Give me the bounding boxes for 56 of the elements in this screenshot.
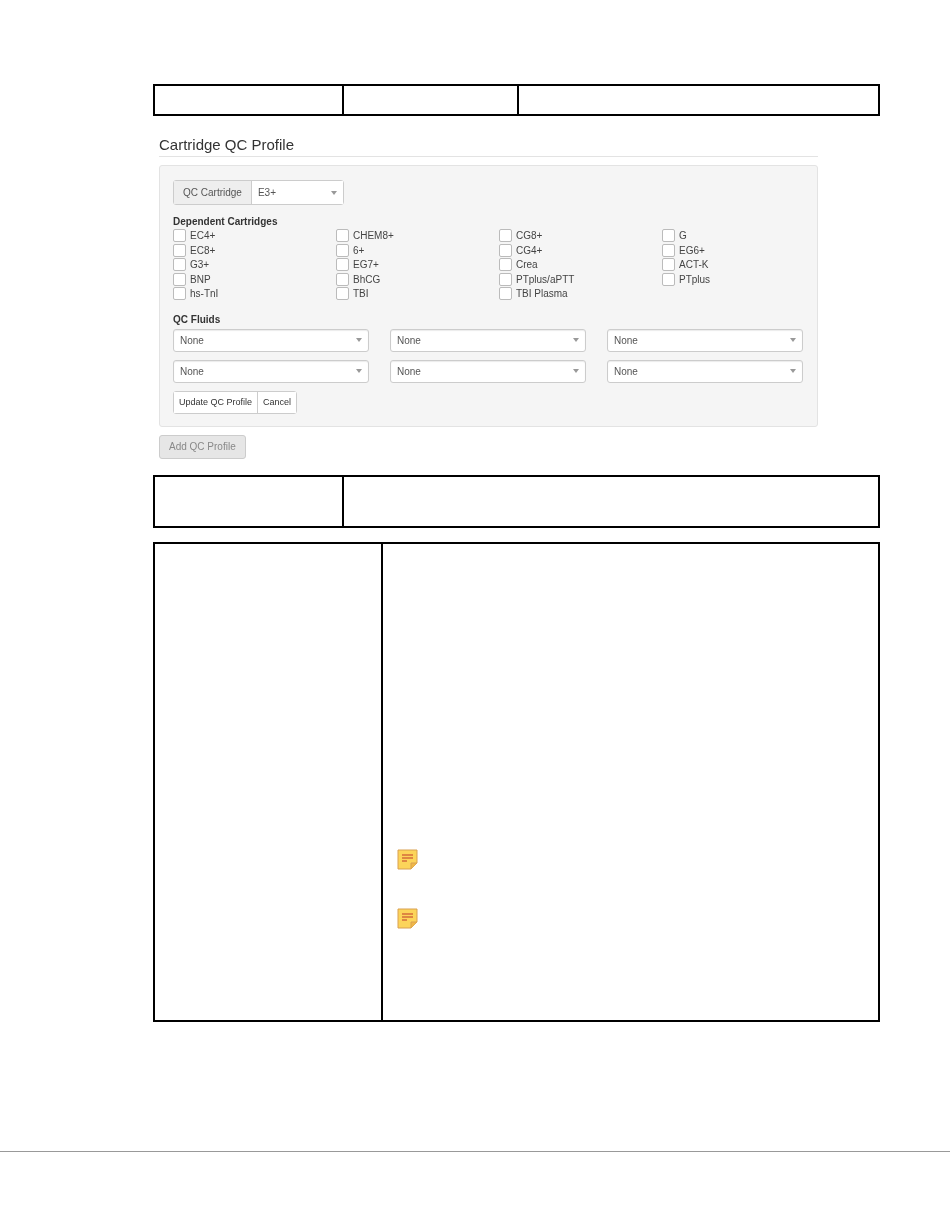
caret-icon bbox=[790, 369, 796, 373]
checkbox-label: PTplus bbox=[679, 273, 711, 285]
checkbox-label: EC8+ bbox=[190, 244, 216, 256]
checkbox-label: CG8+ bbox=[516, 230, 543, 242]
checkbox[interactable] bbox=[336, 229, 349, 243]
checkbox[interactable] bbox=[662, 229, 675, 243]
caret-icon bbox=[790, 338, 796, 342]
checkbox-label: hs-TnI bbox=[190, 288, 219, 300]
checkbox[interactable] bbox=[173, 258, 186, 272]
fluid-select[interactable]: None bbox=[173, 328, 369, 352]
checkbox[interactable] bbox=[499, 243, 512, 257]
checkbox[interactable] bbox=[336, 272, 349, 286]
checkbox-label: TBI bbox=[353, 288, 369, 300]
checkbox[interactable] bbox=[662, 243, 675, 257]
checkbox[interactable] bbox=[662, 272, 675, 286]
checkbox-label: EC4+ bbox=[190, 230, 216, 242]
caret-icon bbox=[573, 369, 579, 373]
form-button[interactable]: Cancel bbox=[257, 391, 297, 413]
caret-icon bbox=[573, 338, 579, 342]
fluid-select[interactable]: None bbox=[390, 328, 586, 352]
checkbox[interactable] bbox=[499, 258, 512, 272]
checkbox[interactable] bbox=[173, 243, 186, 257]
fluid-select[interactable]: None bbox=[607, 328, 803, 352]
checkbox-label: G3+ bbox=[190, 259, 210, 271]
checkbox-label: EG7+ bbox=[353, 259, 379, 271]
checkbox-label: ACT-K bbox=[679, 259, 709, 271]
fluid-select[interactable]: None bbox=[607, 359, 803, 383]
checkbox-label: 6+ bbox=[353, 244, 365, 256]
checkbox-label: CHEM8+ bbox=[353, 230, 394, 242]
checkbox-label: G bbox=[679, 230, 687, 242]
checkbox[interactable] bbox=[336, 258, 349, 272]
checkbox-label: CG4+ bbox=[516, 244, 543, 256]
checkbox[interactable] bbox=[173, 287, 186, 301]
checkbox-label: EG6+ bbox=[679, 244, 705, 256]
checkbox[interactable] bbox=[173, 272, 186, 286]
group-title: Dependent Cartridges bbox=[173, 216, 279, 227]
checkbox[interactable] bbox=[173, 229, 186, 243]
checkbox[interactable] bbox=[336, 287, 349, 301]
checkbox-label: Crea bbox=[516, 259, 538, 271]
fluid-select[interactable]: None bbox=[173, 359, 369, 383]
group-title: QC Fluids bbox=[173, 313, 222, 325]
caret-icon bbox=[356, 338, 362, 342]
section-heading: Cartridge QC Profile bbox=[159, 136, 818, 157]
caret-icon bbox=[356, 369, 362, 373]
note-icon bbox=[397, 907, 418, 929]
note-icon bbox=[397, 848, 418, 870]
checkbox[interactable] bbox=[336, 243, 349, 257]
fluid-select[interactable]: None bbox=[390, 359, 586, 383]
checkbox[interactable] bbox=[499, 229, 512, 243]
checkbox-label: BhCG bbox=[353, 273, 381, 285]
checkbox[interactable] bbox=[662, 258, 675, 272]
checkbox[interactable] bbox=[499, 287, 512, 301]
checkbox[interactable] bbox=[499, 272, 512, 286]
checkbox-label: PTplus/aPTT bbox=[516, 273, 575, 285]
checkbox-label: TBI Plasma bbox=[516, 288, 568, 300]
checkbox-label: BNP bbox=[190, 273, 211, 285]
